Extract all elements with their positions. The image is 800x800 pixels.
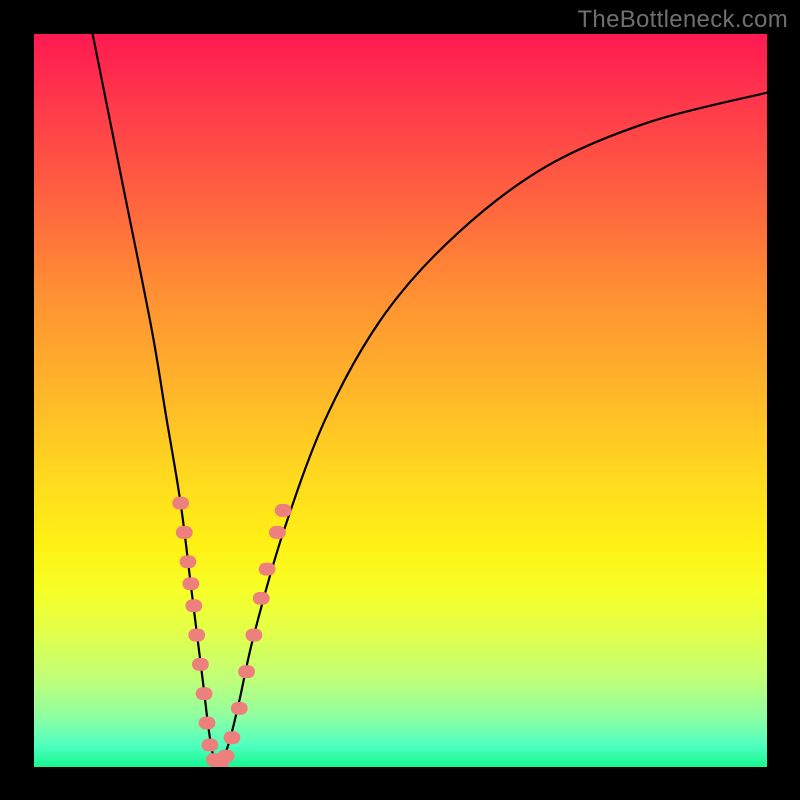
marker-dot [218, 750, 235, 763]
marker-dot [188, 629, 205, 642]
chart-frame: TheBottleneck.com [0, 0, 800, 800]
marker-dot [253, 592, 270, 605]
marker-dot [180, 555, 197, 568]
marker-dot [182, 577, 199, 590]
marker-dot [176, 526, 193, 539]
marker-dot [202, 739, 219, 752]
watermark-text: TheBottleneck.com [577, 6, 788, 34]
marker-dot [238, 665, 255, 678]
marker-dot [259, 563, 276, 576]
marker-dot [199, 717, 216, 730]
marker-dot [269, 526, 286, 539]
bottleneck-curve [93, 34, 767, 767]
marker-dot [192, 658, 209, 671]
marker-dot [185, 599, 202, 612]
marker-dot [224, 731, 241, 744]
marker-dot [231, 702, 248, 715]
marker-dot [172, 497, 189, 510]
marker-dot [246, 629, 263, 642]
marker-dot [275, 504, 292, 517]
marker-dot [196, 687, 213, 700]
curve-svg [34, 34, 767, 767]
plot-area [34, 34, 767, 767]
marker-group [172, 497, 291, 767]
